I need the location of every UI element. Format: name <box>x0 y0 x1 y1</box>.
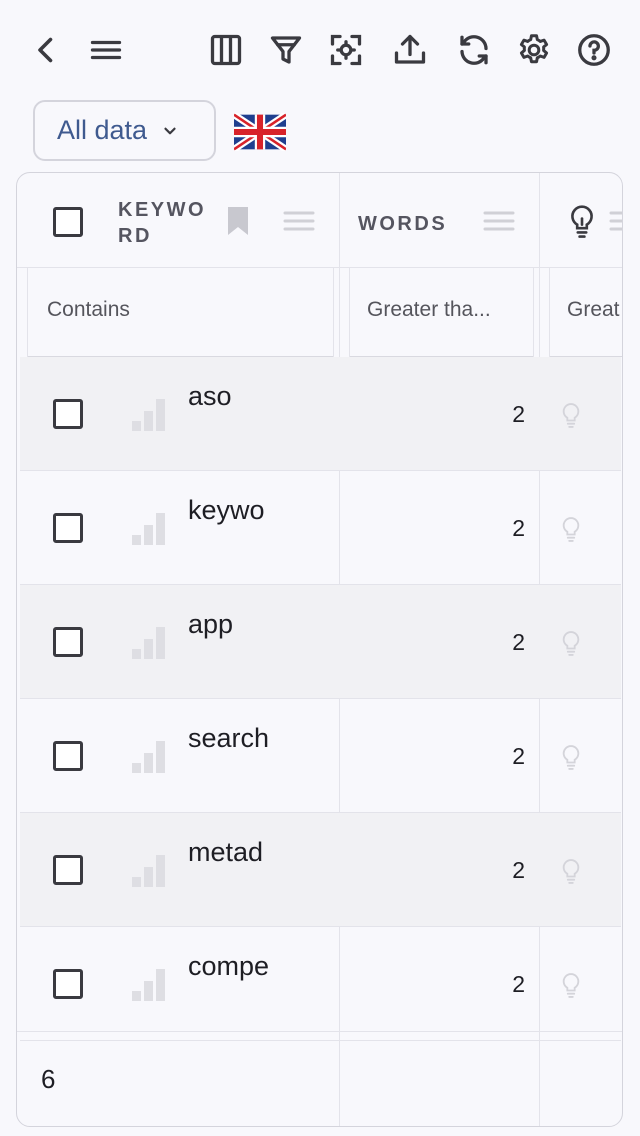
chevron-down-icon <box>164 127 176 134</box>
row-checkbox[interactable] <box>53 969 83 999</box>
signal-bars-icon <box>132 969 165 1001</box>
table-row[interactable]: metad 2 <box>20 813 621 927</box>
keyword-text: compe <box>188 951 270 981</box>
lightbulb-icon[interactable] <box>560 515 582 543</box>
keywords-table: KEYWO RD WORDS Contains Greater tha... G… <box>16 172 623 1127</box>
data-scope-dropdown[interactable]: All data <box>33 100 216 161</box>
table-row[interactable]: app 2 <box>20 585 621 699</box>
back-icon[interactable] <box>24 28 68 72</box>
select-all-checkbox[interactable] <box>53 207 83 237</box>
words-count: 2 <box>512 743 525 769</box>
column-menu-icon[interactable] <box>283 210 315 232</box>
keyword-text: search <box>188 723 270 753</box>
lightbulb-icon[interactable] <box>560 857 582 885</box>
export-icon[interactable] <box>388 28 432 72</box>
bookmark-icon[interactable] <box>226 205 250 237</box>
keyword-text: metad <box>188 837 264 867</box>
settings-icon[interactable] <box>512 28 556 72</box>
column-header-words[interactable]: WORDS <box>358 211 447 237</box>
column-header-keyword[interactable]: KEYWO RD <box>118 197 206 249</box>
table-row[interactable]: keywo 2 <box>20 471 621 585</box>
signal-bars-icon <box>132 513 165 545</box>
keyword-text: aso <box>188 381 232 411</box>
signal-bars-icon <box>132 741 165 773</box>
signal-bars-icon <box>132 855 165 887</box>
lightbulb-icon[interactable] <box>560 743 582 771</box>
column-menu-icon[interactable] <box>483 210 515 232</box>
signal-bars-icon <box>132 627 165 659</box>
words-count: 2 <box>512 515 525 541</box>
hamburger-icon[interactable] <box>84 28 128 72</box>
focus-icon[interactable] <box>324 28 368 72</box>
row-checkbox[interactable] <box>53 399 83 429</box>
words-count: 2 <box>512 401 525 427</box>
row-checkbox[interactable] <box>53 741 83 771</box>
toolbar <box>0 0 640 100</box>
row-checkbox[interactable] <box>53 627 83 657</box>
words-count: 2 <box>512 629 525 655</box>
row-checkbox[interactable] <box>53 855 83 885</box>
words-count: 2 <box>512 857 525 883</box>
data-scope-label: All data <box>57 115 148 145</box>
filter-ideas-text: Great <box>567 298 620 321</box>
filter-words-text: Greater tha... <box>367 298 491 321</box>
words-count: 2 <box>512 971 525 997</box>
keyword-text: keywo <box>188 495 265 525</box>
refresh-icon[interactable] <box>452 28 496 72</box>
uk-flag-icon[interactable] <box>234 113 286 151</box>
filter-icon[interactable] <box>264 28 308 72</box>
lightbulb-icon[interactable] <box>567 203 597 239</box>
table-row[interactable]: search 2 <box>20 699 621 813</box>
lightbulb-icon[interactable] <box>560 971 582 999</box>
row-checkbox[interactable] <box>53 513 83 543</box>
lightbulb-icon[interactable] <box>560 629 582 657</box>
column-menu-icon[interactable] <box>609 210 623 232</box>
filter-keyword-text: Contains <box>47 298 130 321</box>
signal-bars-icon <box>132 399 165 431</box>
help-icon[interactable] <box>572 28 616 72</box>
keyword-text: app <box>188 609 234 639</box>
columns-icon[interactable] <box>204 28 248 72</box>
table-row[interactable]: aso 2 <box>20 357 621 471</box>
lightbulb-icon[interactable] <box>560 401 582 429</box>
row-count: 6 <box>41 1064 56 1094</box>
table-row[interactable]: compe 2 <box>20 927 621 1041</box>
